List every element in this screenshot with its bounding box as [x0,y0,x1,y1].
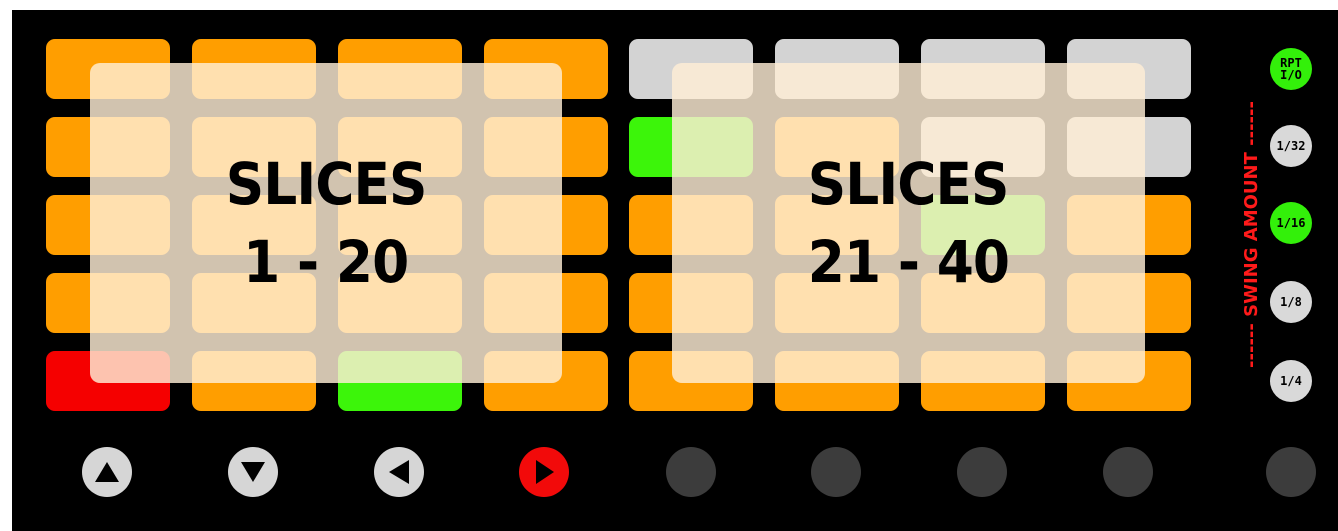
triangle-left-icon [389,460,409,484]
right-pad-r1-c1[interactable] [629,39,753,99]
left-pad-r3-c3[interactable] [338,195,462,255]
scene-button-8[interactable] [1103,447,1153,497]
triangle-up-icon [95,462,119,482]
swing-1-32-label: 1/32 [1276,139,1306,153]
left-pad-r1-c4[interactable] [484,39,608,99]
swing-1-4-button[interactable]: 1/4 [1270,360,1312,402]
triangle-right-icon [536,460,554,484]
right-pad-r5-c4[interactable] [1067,351,1191,411]
right-pad-r4-c4[interactable] [1067,273,1191,333]
scene-button-6[interactable] [811,447,861,497]
right-pad-r5-c2[interactable] [775,351,899,411]
arrow-right-button[interactable] [519,447,569,497]
right-pad-r3-c2[interactable] [775,195,899,255]
right-pad-r5-c1[interactable] [629,351,753,411]
left-pad-r5-c2[interactable] [192,351,316,411]
left-pad-r4-c3[interactable] [338,273,462,333]
swing-1-16-label: 1/16 [1276,216,1306,230]
left-pad-r4-c1[interactable] [46,273,170,333]
scene-button-5[interactable] [666,447,716,497]
swing-1-8-label: 1/8 [1280,295,1302,309]
arrow-up-button[interactable] [82,447,132,497]
right-pad-r1-c2[interactable] [775,39,899,99]
arrow-down-button[interactable] [228,447,278,497]
left-pad-r2-c3[interactable] [338,117,462,177]
right-pad-r4-c2[interactable] [775,273,899,333]
right-pad-r3-c3[interactable] [921,195,1045,255]
left-pad-r3-c2[interactable] [192,195,316,255]
right-pad-r4-c1[interactable] [629,273,753,333]
io-label: I/O [1280,68,1302,82]
left-pad-r5-c3[interactable] [338,351,462,411]
right-pad-r2-c2[interactable] [775,117,899,177]
right-pad-r4-c3[interactable] [921,273,1045,333]
right-pad-r2-c1[interactable] [629,117,753,177]
arrow-left-button[interactable] [374,447,424,497]
triangle-down-icon [241,462,265,482]
left-pad-r1-c1[interactable] [46,39,170,99]
left-pad-r1-c3[interactable] [338,39,462,99]
left-pad-r5-c4[interactable] [484,351,608,411]
left-pad-r3-c4[interactable] [484,195,608,255]
scene-button-9[interactable] [1266,447,1316,497]
left-pad-r2-c2[interactable] [192,117,316,177]
swing-1-16-button[interactable]: 1/16 [1270,202,1312,244]
right-pad-r3-c4[interactable] [1067,195,1191,255]
launchpad-device: SLICES 1 - 20 SLICES 21 - 40 RPT I/O 1/3… [12,10,1338,531]
right-pad-r2-c3[interactable] [921,117,1045,177]
left-pad-r2-c1[interactable] [46,117,170,177]
right-pad-r1-c3[interactable] [921,39,1045,99]
right-pad-r2-c4[interactable] [1067,117,1191,177]
left-pad-r5-c1[interactable] [46,351,170,411]
scene-button-7[interactable] [957,447,1007,497]
left-pad-r4-c2[interactable] [192,273,316,333]
swing-amount-text: ------ SWING AMOUNT ------ [1240,100,1262,368]
left-pad-r4-c4[interactable] [484,273,608,333]
repeat-toggle-button[interactable]: RPT I/O [1270,48,1312,90]
swing-amount-label: ------ SWING AMOUNT ------ [1240,44,1262,424]
swing-1-8-button[interactable]: 1/8 [1270,281,1312,323]
left-pad-r1-c2[interactable] [192,39,316,99]
left-pad-r2-c4[interactable] [484,117,608,177]
right-pad-r5-c3[interactable] [921,351,1045,411]
swing-1-4-label: 1/4 [1280,374,1302,388]
right-pad-r1-c4[interactable] [1067,39,1191,99]
left-pad-r3-c1[interactable] [46,195,170,255]
swing-1-32-button[interactable]: 1/32 [1270,125,1312,167]
right-pad-r3-c1[interactable] [629,195,753,255]
